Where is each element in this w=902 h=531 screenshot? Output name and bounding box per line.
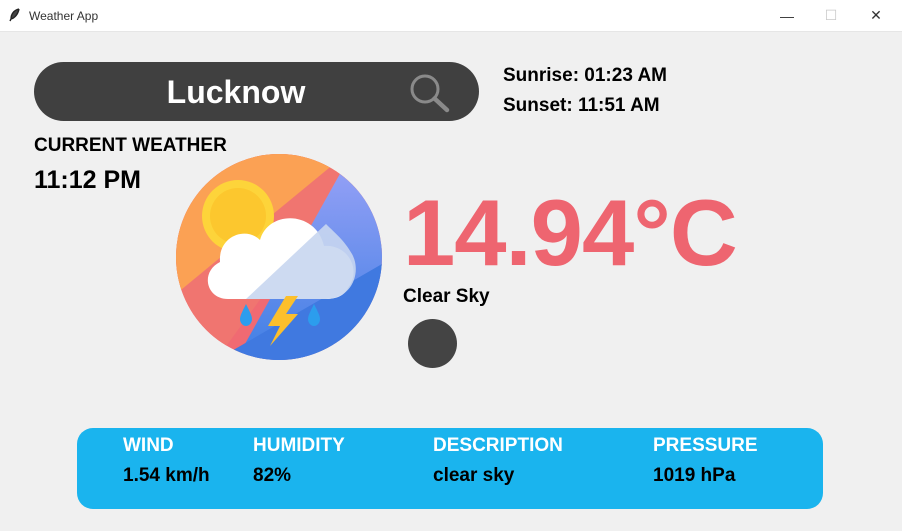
weather-storm-icon [176, 154, 382, 360]
weather-details-panel: WIND 1.54 km/h HUMIDITY 82% DESCRIPTION … [77, 428, 823, 509]
search-icon[interactable] [407, 73, 451, 113]
window-title: Weather App [29, 9, 99, 23]
title-bar: Weather App — ☐ ✕ [0, 0, 902, 32]
pressure-value: 1019 hPa [653, 465, 736, 486]
description-value: clear sky [433, 465, 515, 486]
city-search-input[interactable] [104, 70, 368, 114]
humidity-label: HUMIDITY [253, 435, 345, 456]
status-dot [408, 319, 457, 368]
description-label: DESCRIPTION [433, 435, 563, 456]
wind-label: WIND [123, 435, 174, 456]
sunset-time: Sunset: 11:51 AM [503, 95, 660, 116]
minimize-button[interactable]: — [764, 0, 810, 31]
pressure-label: PRESSURE [653, 435, 758, 456]
sunrise-time: Sunrise: 01:23 AM [503, 65, 668, 86]
search-bar [34, 62, 479, 121]
temperature: 14.94°C [403, 180, 738, 285]
feather-icon [9, 8, 20, 22]
current-time: 11:12 PM [34, 166, 142, 194]
wind-value: 1.54 km/h [123, 465, 210, 486]
humidity-value: 82% [253, 465, 292, 486]
close-button[interactable]: ✕ [853, 0, 899, 31]
weather-condition: Clear Sky [403, 286, 490, 307]
maximize-button[interactable]: ☐ [808, 0, 854, 31]
